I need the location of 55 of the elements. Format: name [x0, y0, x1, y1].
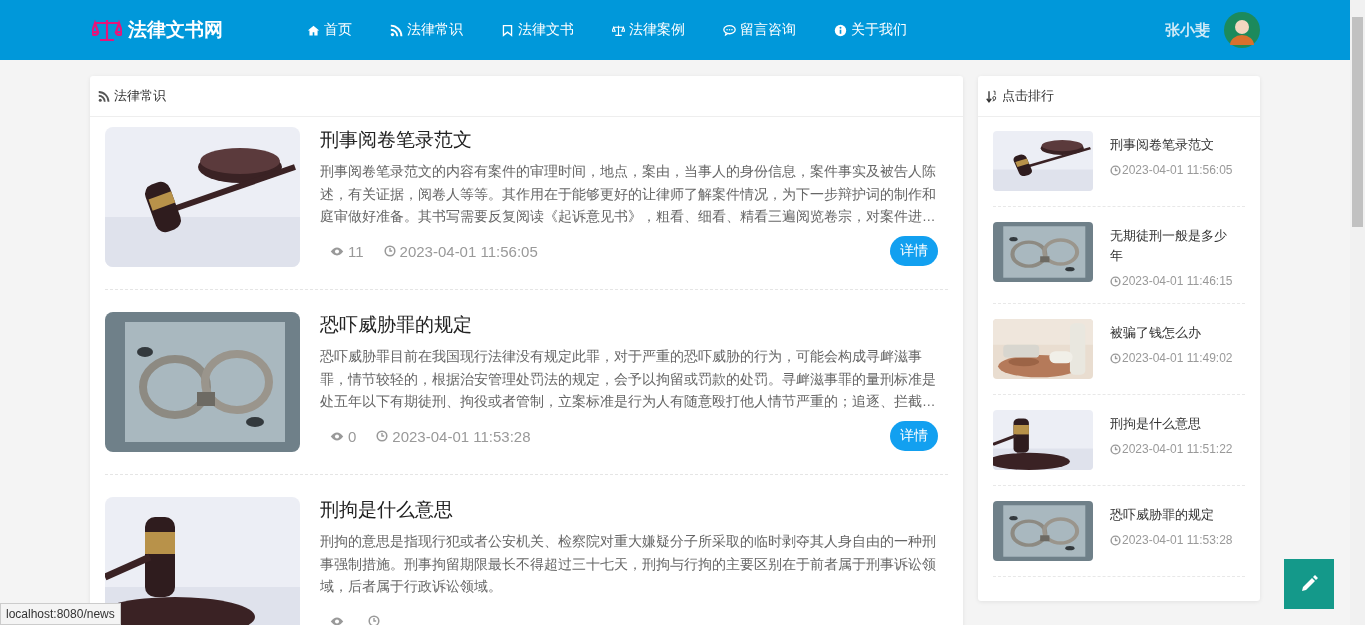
- nav-link[interactable]: 法律文书: [501, 21, 574, 39]
- nav-link[interactable]: 法律常识: [390, 21, 463, 39]
- bookmark-icon: [501, 23, 514, 37]
- details-button[interactable]: 详情: [890, 421, 938, 451]
- publish-time: 2023-04-01 11:53:28: [1122, 533, 1233, 547]
- view-count: 0: [348, 427, 357, 445]
- article-excerpt: 恐吓威胁罪目前在我国现行法律没有规定此罪，对于严重的恐吓威胁的行为，可能会构成寻衅滋事罪，情节较轻的，根据治安管理处罚法的规定，会予以拘留或罚款的处罚。寻衅滋事罪的量刑标准是处五年以下有期徒刑、拘役或者管制，立案标准是行为人有随意殴打他人情节严重的；追逐、拦截…: [320, 348, 937, 411]
- article-title-link[interactable]: 刑事阅卷笔录范文: [320, 127, 938, 153]
- user-name-link[interactable]: 张小斐: [1165, 20, 1210, 40]
- eye-icon: [330, 245, 344, 257]
- article-excerpt: 刑事阅卷笔录范文的内容有案件的审理时间，地点，案由，当事人的身份信息，案件事实及被告人陈述，有关证据，阅卷人等等。其作用在于能够更好的让律师了解案件情况，为下一步辩护词的制作和庭审做好准备。其书写需要反复阅读《起诉意见书》，粗看、细看、精看三遍阅览卷宗，对案件进…: [320, 163, 937, 226]
- info-icon: [834, 23, 847, 37]
- edit-button[interactable]: [1284, 559, 1334, 609]
- nav-link[interactable]: 首页: [307, 21, 352, 39]
- eye-icon: [330, 430, 344, 442]
- publish-time: 2023-04-01 11:56:05: [1122, 163, 1233, 177]
- card-title: 点击排行: [1002, 87, 1054, 105]
- ranking-title-link[interactable]: 被骗了钱怎么办: [1110, 323, 1228, 343]
- clock-icon: [383, 245, 396, 257]
- article-title-link[interactable]: 刑拘是什么意思: [320, 497, 938, 523]
- scale-icon: [612, 23, 625, 37]
- sort-numeric-icon: [986, 89, 998, 103]
- ranking-title-link[interactable]: 刑事阅卷笔录范文: [1110, 135, 1228, 155]
- ranking-title-link[interactable]: 恐吓威胁罪的规定: [1110, 505, 1228, 525]
- ranking-title-link[interactable]: 刑拘是什么意思: [1110, 414, 1228, 434]
- rss-icon: [98, 89, 110, 103]
- publish-time: 2023-04-01 11:51:22: [1122, 442, 1233, 456]
- publish-time: 2023-04-01 11:53:28: [392, 427, 531, 445]
- clock-icon: [1110, 275, 1121, 287]
- details-button[interactable]: 详情: [890, 236, 938, 266]
- clock-icon: [1110, 352, 1121, 364]
- status-bar-url: localhost:8080/news: [0, 603, 121, 625]
- nav-link[interactable]: 关于我们: [834, 21, 907, 39]
- scale-icon: [92, 18, 122, 42]
- clock-icon: [368, 615, 380, 625]
- publish-time: 2023-04-01 11:49:02: [1122, 351, 1233, 365]
- pencil-icon: [1299, 574, 1319, 594]
- article-title-link[interactable]: 恐吓威胁罪的规定: [320, 312, 938, 338]
- nav-link[interactable]: 留言咨询: [723, 21, 796, 39]
- chat-icon: [723, 23, 736, 37]
- rss-icon: [390, 23, 403, 37]
- home-icon: [307, 23, 320, 37]
- ranking-title-link[interactable]: 无期徒刑一般是多少年: [1110, 226, 1228, 266]
- publish-time: 2023-04-01 11:56:05: [399, 242, 538, 260]
- publish-time: 2023-04-01 11:46:15: [1122, 274, 1233, 288]
- avatar-icon[interactable]: [1224, 12, 1260, 48]
- clock-icon: [1110, 534, 1121, 546]
- clock-icon: [1110, 443, 1121, 455]
- site-logo-link[interactable]: 法律文书网: [128, 17, 223, 43]
- view-count: 11: [348, 242, 364, 260]
- clock-icon: [376, 430, 389, 442]
- nav-link[interactable]: 法律案例: [612, 21, 685, 39]
- clock-icon: [1110, 164, 1121, 176]
- card-title: 法律常识: [114, 87, 166, 105]
- article-excerpt: 刑拘的意思是指现行犯或者公安机关、检察院对重大嫌疑分子所采取的临时剥夺其人身自由的一种刑事强制措施。刑事拘留期限最长不得超过三十七天，刑拘与行拘的主要区别在于前者属于刑事诉讼领域，后者属于行政诉讼领域。: [320, 533, 937, 596]
